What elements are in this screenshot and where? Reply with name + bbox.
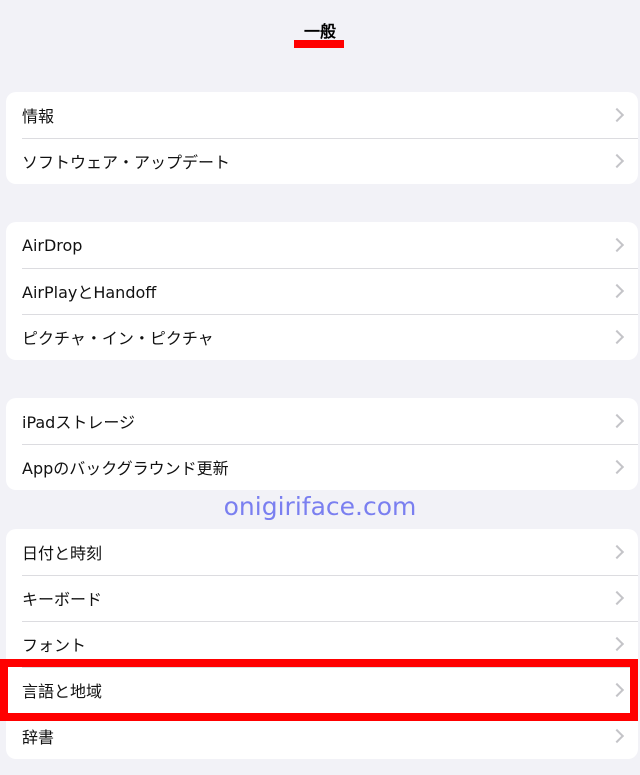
settings-row-keyboard[interactable]: キーボード <box>6 575 638 621</box>
chevron-right-icon <box>609 728 625 744</box>
row-label: キーボード <box>22 590 103 609</box>
chevron-right-icon <box>609 329 625 345</box>
settings-row-picture-in-picture[interactable]: ピクチャ・イン・ピクチャ <box>6 314 638 360</box>
row-label: Appのバックグラウンド更新 <box>22 459 229 478</box>
settings-group-airdrop: AirDrop AirPlayとHandoff ピクチャ・イン・ピクチャ <box>6 222 638 360</box>
settings-row-background-app-refresh[interactable]: Appのバックグラウンド更新 <box>6 444 638 490</box>
chevron-right-icon <box>609 283 625 299</box>
row-label: iPadストレージ <box>22 413 136 432</box>
settings-group-about: 情報 ソフトウェア・アップデート <box>6 92 638 184</box>
watermark-text: onigiriface.com <box>223 492 417 521</box>
chevron-right-icon <box>609 413 625 429</box>
settings-row-airdrop[interactable]: AirDrop <box>6 222 638 268</box>
settings-group-locale: 日付と時刻 キーボード フォント 言語と地域 辞書 <box>6 529 638 759</box>
chevron-right-icon <box>609 237 625 253</box>
highlight-box-language-region <box>0 659 638 721</box>
row-label: ピクチャ・イン・ピクチャ <box>22 329 214 348</box>
row-label: 日付と時刻 <box>22 544 103 563</box>
settings-row-date-time[interactable]: 日付と時刻 <box>6 529 638 575</box>
settings-row-about[interactable]: 情報 <box>6 92 638 138</box>
settings-row-airplay-handoff[interactable]: AirPlayとHandoff <box>6 268 638 314</box>
row-label: ソフトウェア・アップデート <box>22 153 231 172</box>
row-label: 情報 <box>22 107 55 126</box>
settings-row-software-update[interactable]: ソフトウェア・アップデート <box>6 138 638 184</box>
settings-group-storage: iPadストレージ Appのバックグラウンド更新 <box>6 398 638 490</box>
row-label: 辞書 <box>22 728 55 747</box>
chevron-right-icon <box>609 153 625 169</box>
row-label: フォント <box>22 636 87 655</box>
settings-row-ipad-storage[interactable]: iPadストレージ <box>6 398 638 444</box>
page-title: 一般 <box>303 22 336 41</box>
row-label: AirDrop <box>22 235 83 255</box>
chevron-right-icon <box>609 459 625 475</box>
chevron-right-icon <box>609 636 625 652</box>
chevron-right-icon <box>609 590 625 606</box>
title-highlight-underline <box>294 40 344 48</box>
chevron-right-icon <box>609 544 625 560</box>
chevron-right-icon <box>609 107 625 123</box>
row-label: AirPlayとHandoff <box>22 283 157 302</box>
